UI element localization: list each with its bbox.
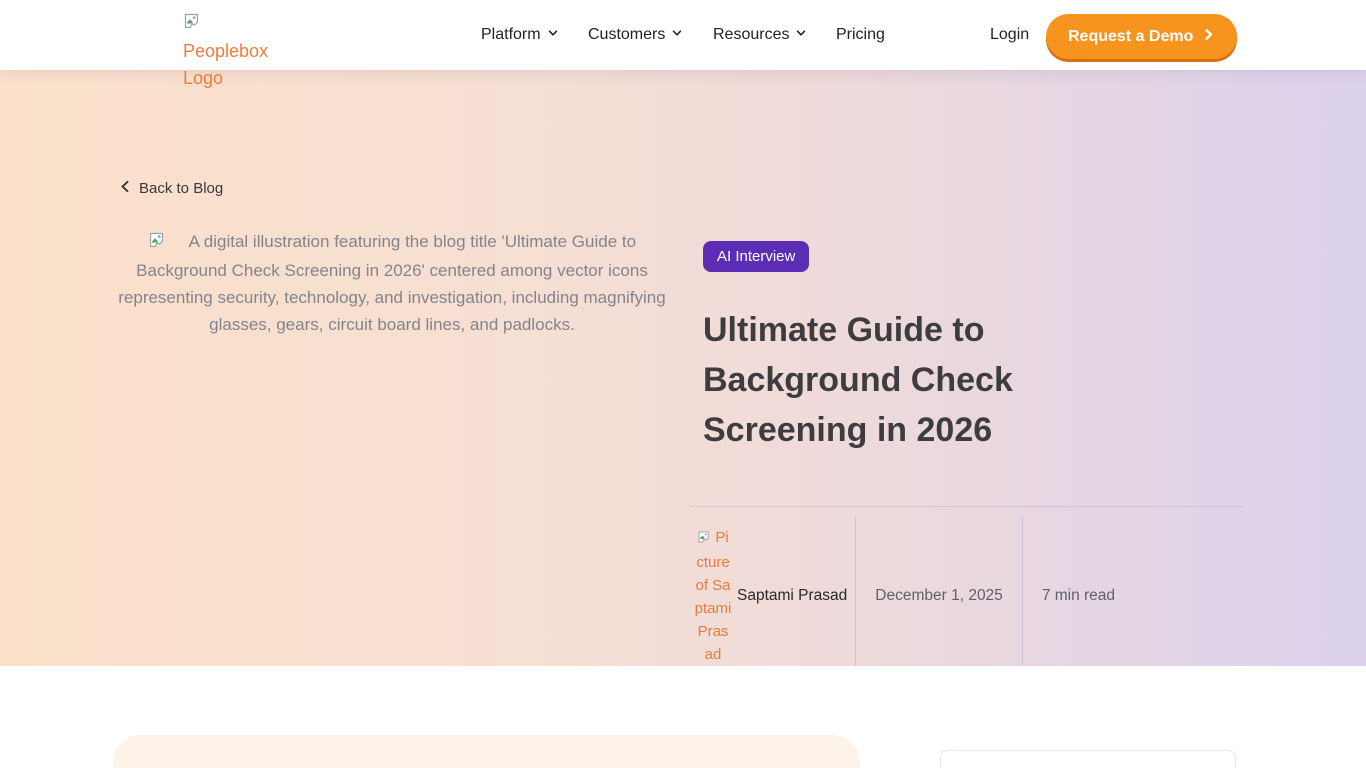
article-content-card xyxy=(113,735,860,768)
featured-image-broken: A digital illustration featuring the blo… xyxy=(113,228,671,338)
login-link[interactable]: Login xyxy=(990,0,1029,70)
article-body-section xyxy=(0,666,1366,768)
featured-image-alt-text: A digital illustration featuring the blo… xyxy=(118,232,665,334)
logo-alt-text: Peoplebox Logo xyxy=(183,41,268,88)
post-meta-row: Picture of Saptami Prasad Saptami Prasad… xyxy=(694,517,1134,675)
sidebar-card xyxy=(940,750,1236,768)
chevron-right-icon xyxy=(1202,28,1215,46)
broken-image-icon xyxy=(183,14,201,34)
category-badge[interactable]: AI Interview xyxy=(703,241,809,272)
chevron-down-icon xyxy=(671,26,683,44)
category-badge-label: AI Interview xyxy=(717,248,795,265)
site-header: Peoplebox Logo Platform Customers Resour… xyxy=(0,0,1366,70)
nav-label: Pricing xyxy=(836,26,885,44)
hero-section: Back to Blog A digital illustration feat… xyxy=(0,70,1366,666)
logo[interactable]: Peoplebox Logo xyxy=(183,9,287,92)
nav-item-customers[interactable]: Customers xyxy=(588,0,683,70)
author-name: Saptami Prasad xyxy=(737,587,847,605)
author-avatar-alt-text: Picture of Saptami Prasad xyxy=(695,529,732,663)
chevron-left-icon xyxy=(119,180,132,197)
nav-item-pricing[interactable]: Pricing xyxy=(836,0,885,70)
nav-item-platform[interactable]: Platform xyxy=(481,0,559,70)
nav-item-resources[interactable]: Resources xyxy=(713,0,807,70)
broken-image-icon xyxy=(148,234,171,253)
author-block[interactable]: Picture of Saptami Prasad Saptami Prasad xyxy=(694,517,855,675)
page-title: Ultimate Guide to Background Check Scree… xyxy=(703,305,1103,455)
chevron-down-icon xyxy=(795,26,807,44)
read-time: 7 min read xyxy=(1022,517,1134,675)
post-date: December 1, 2025 xyxy=(855,517,1022,675)
cta-label: Request a Demo xyxy=(1068,28,1193,46)
chevron-down-icon xyxy=(547,26,559,44)
back-link-label: Back to Blog xyxy=(139,180,223,197)
back-to-blog-link[interactable]: Back to Blog xyxy=(119,180,223,197)
author-avatar-broken: Picture of Saptami Prasad xyxy=(694,526,732,666)
nav-label: Resources xyxy=(713,26,789,44)
nav-label: Customers xyxy=(588,26,665,44)
request-demo-button[interactable]: Request a Demo xyxy=(1046,14,1237,59)
meta-divider xyxy=(690,506,1243,507)
login-label: Login xyxy=(990,26,1029,44)
nav-label: Platform xyxy=(481,26,541,44)
broken-image-icon xyxy=(697,531,715,548)
